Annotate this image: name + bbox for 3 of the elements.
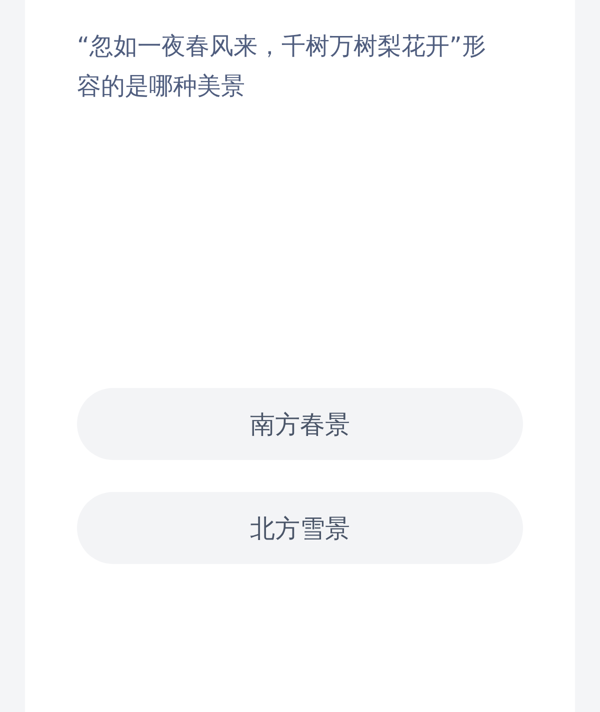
answer-option[interactable]: 南方春景 <box>77 388 523 460</box>
question-text: “忽如一夜春风来，千树万树梨花开”形容的是哪种美景 <box>77 31 487 102</box>
answer-option[interactable]: 北方雪景 <box>77 492 523 564</box>
